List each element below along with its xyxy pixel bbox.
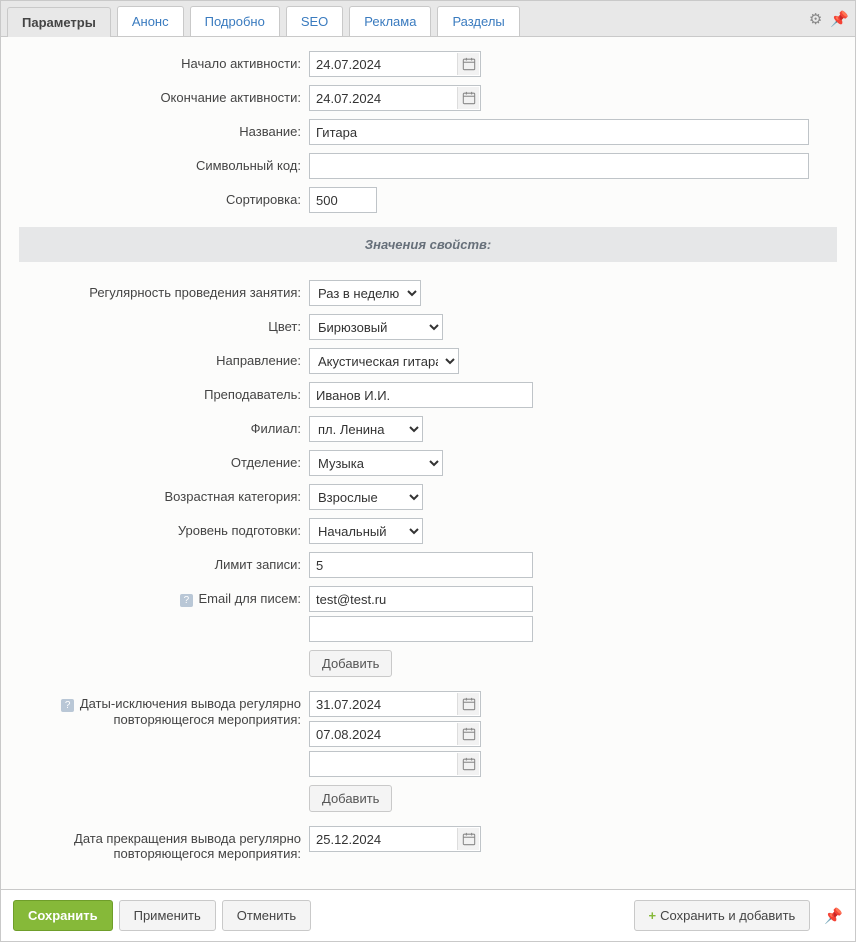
tab-sections[interactable]: Разделы <box>437 6 519 36</box>
direction-select[interactable]: Акустическая гитара <box>309 348 459 374</box>
excl-date-input-2[interactable] <box>309 721 481 747</box>
calendar-icon[interactable] <box>457 753 479 775</box>
excl-date-input-3[interactable] <box>309 751 481 777</box>
label-sort: Сортировка: <box>19 187 309 207</box>
calendar-icon[interactable] <box>457 87 479 109</box>
form-panel: Начало активности: Окончание активности:… <box>0 36 856 889</box>
color-select[interactable]: Бирюзовый <box>309 314 443 340</box>
label-branch: Филиал: <box>19 416 309 436</box>
help-icon[interactable]: ? <box>180 594 193 607</box>
pin-icon[interactable]: 📌 <box>830 10 849 28</box>
tab-anons[interactable]: Анонс <box>117 6 184 36</box>
email-input-1[interactable] <box>309 586 533 612</box>
code-input[interactable] <box>309 153 809 179</box>
tab-bar: Параметры Анонс Подробно SEO Реклама Раз… <box>0 0 856 36</box>
label-email: ? Email для писем: <box>19 586 309 607</box>
calendar-icon[interactable] <box>457 693 479 715</box>
limit-input[interactable] <box>309 552 533 578</box>
excl-date-input-1[interactable] <box>309 691 481 717</box>
branch-select[interactable]: пл. Ленина <box>309 416 423 442</box>
cancel-button[interactable]: Отменить <box>222 900 311 931</box>
label-end-date: Дата прекращения вывода регулярно повтор… <box>19 826 309 861</box>
label-age: Возрастная категория: <box>19 484 309 504</box>
department-select[interactable]: Музыка <box>309 450 443 476</box>
label-level: Уровень подготовки: <box>19 518 309 538</box>
name-input[interactable] <box>309 119 809 145</box>
plus-icon: + <box>649 908 657 923</box>
save-and-add-button[interactable]: +Сохранить и добавить <box>634 900 811 931</box>
label-name: Название: <box>19 119 309 139</box>
label-direction: Направление: <box>19 348 309 368</box>
save-button[interactable]: Сохранить <box>13 900 113 931</box>
label-active-from: Начало активности: <box>19 51 309 71</box>
label-code: Символьный код: <box>19 153 309 173</box>
calendar-icon[interactable] <box>457 723 479 745</box>
tab-detail[interactable]: Подробно <box>190 6 280 36</box>
label-excl-dates: ? Даты-исключения вывода регулярно повто… <box>19 691 309 727</box>
help-icon[interactable]: ? <box>61 699 74 712</box>
label-email-text: Email для писем: <box>198 591 301 606</box>
label-regularity: Регулярность проведения занятия: <box>19 280 309 300</box>
label-teacher: Преподаватель: <box>19 382 309 402</box>
label-active-to: Окончание активности: <box>19 85 309 105</box>
tab-seo[interactable]: SEO <box>286 6 343 36</box>
label-excl-dates-text: Даты-исключения вывода регулярно повторя… <box>80 696 301 727</box>
active-from-input[interactable] <box>309 51 481 77</box>
tab-ad[interactable]: Реклама <box>349 6 431 36</box>
save-and-add-label: Сохранить и добавить <box>660 908 795 923</box>
email-input-2[interactable] <box>309 616 533 642</box>
level-select[interactable]: Начальный <box>309 518 423 544</box>
add-excl-date-button[interactable]: Добавить <box>309 785 392 812</box>
teacher-input[interactable] <box>309 382 533 408</box>
calendar-icon[interactable] <box>457 828 479 850</box>
label-color: Цвет: <box>19 314 309 334</box>
pin-icon[interactable]: 📌 <box>824 907 843 925</box>
label-department: Отделение: <box>19 450 309 470</box>
active-to-input[interactable] <box>309 85 481 111</box>
end-date-input[interactable] <box>309 826 481 852</box>
calendar-icon[interactable] <box>457 53 479 75</box>
gear-icon[interactable]: ⚙ <box>809 10 822 28</box>
add-email-button[interactable]: Добавить <box>309 650 392 677</box>
apply-button[interactable]: Применить <box>119 900 216 931</box>
sort-input[interactable] <box>309 187 377 213</box>
label-limit: Лимит записи: <box>19 552 309 572</box>
tab-params[interactable]: Параметры <box>7 7 111 37</box>
age-select[interactable]: Взрослые <box>309 484 423 510</box>
regularity-select[interactable]: Раз в неделю <box>309 280 421 306</box>
section-properties-header: Значения свойств: <box>19 227 837 262</box>
footer-bar: Сохранить Применить Отменить +Сохранить … <box>0 889 856 942</box>
